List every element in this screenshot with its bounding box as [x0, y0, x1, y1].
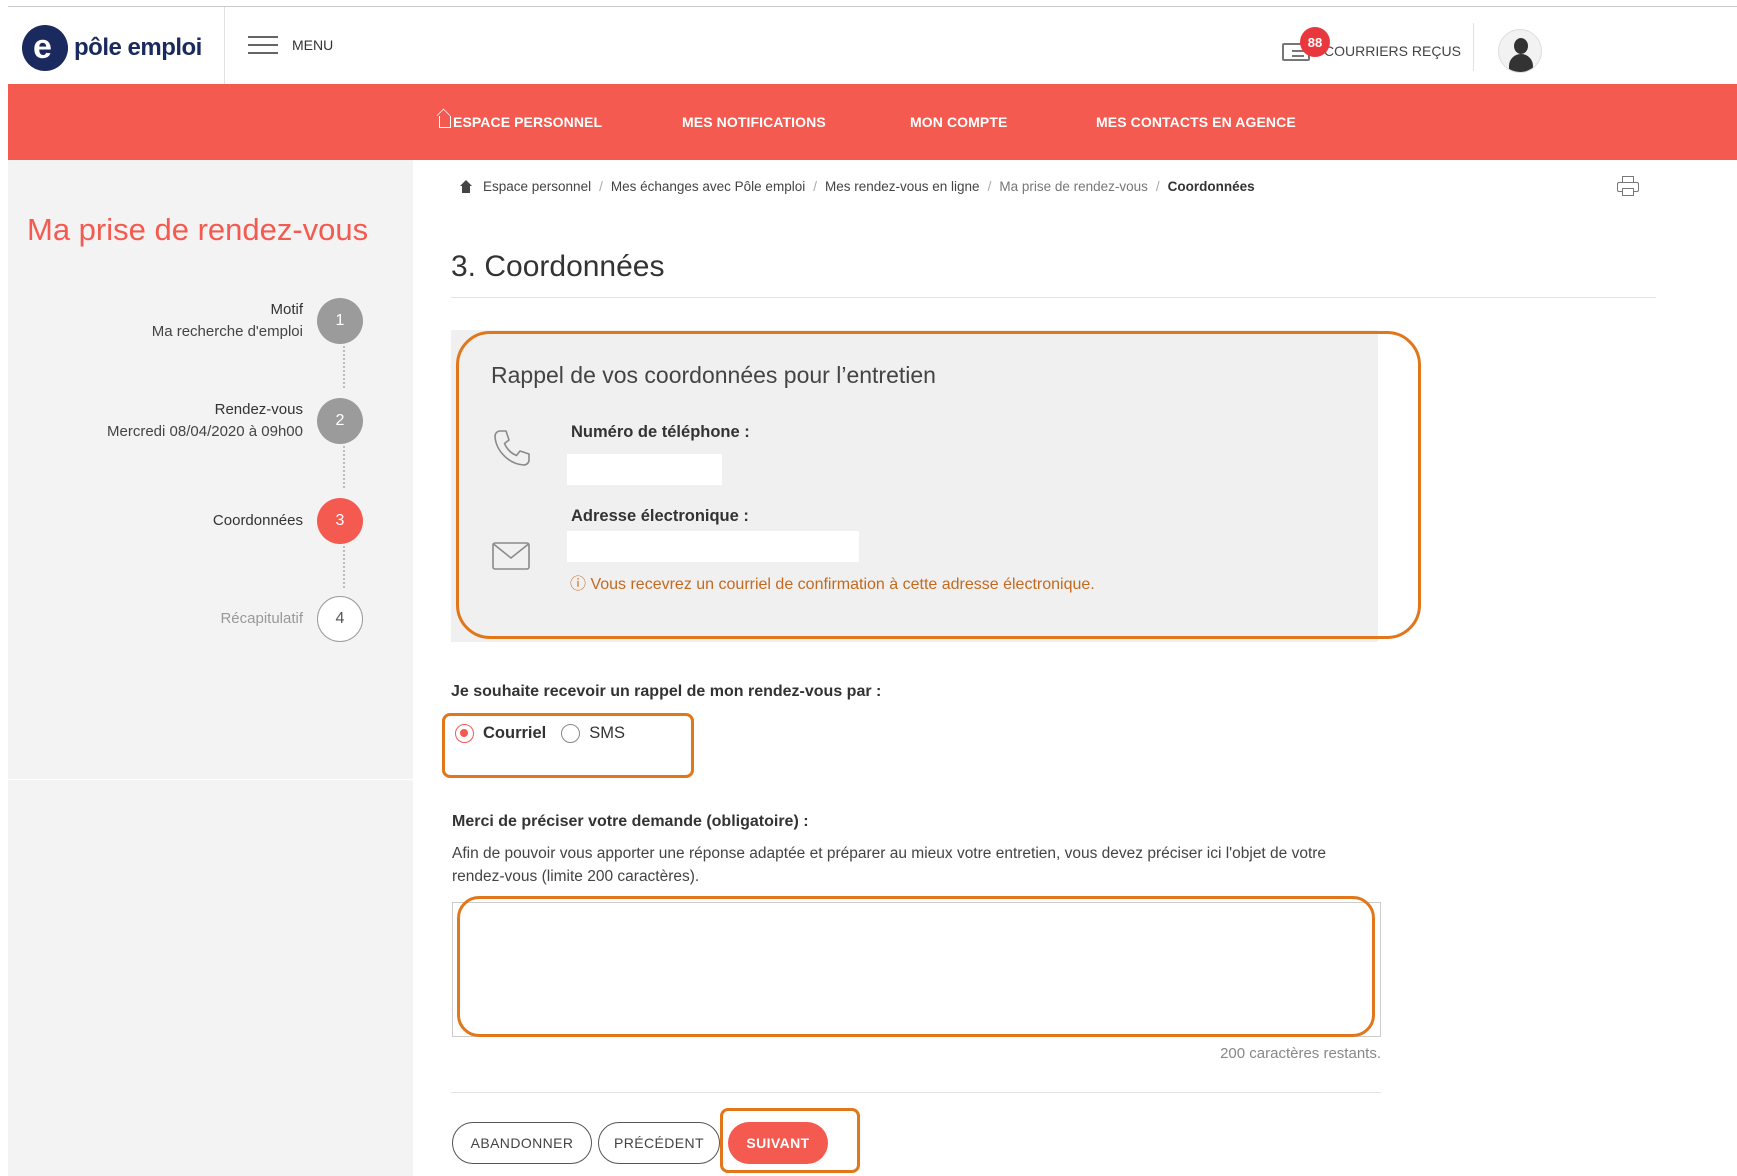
- main-navbar: ESPACE PERSONNEL MES NOTIFICATIONS MON C…: [8, 84, 1737, 160]
- step-recapitulatif: Récapitulatif 4: [220, 596, 363, 642]
- step-title: Motif: [270, 301, 303, 318]
- step-number-badge: 2: [317, 398, 363, 444]
- nav-mes-notifications[interactable]: MES NOTIFICATIONS: [682, 114, 826, 130]
- print-icon[interactable]: [1617, 176, 1639, 198]
- breadcrumb-item[interactable]: Ma prise de rendez-vous: [999, 179, 1148, 194]
- breadcrumb-item[interactable]: Mes rendez-vous en ligne: [825, 179, 980, 194]
- step-number-badge-active: 3: [317, 498, 363, 544]
- contact-reminder-panel: Rappel de vos coordonnées pour l’entreti…: [451, 330, 1378, 642]
- envelope-icon: [492, 542, 530, 570]
- step-title: Récapitulatif: [220, 610, 303, 627]
- radio-sms[interactable]: [561, 724, 581, 743]
- reminder-label: Je souhaite recevoir un rappel de mon re…: [451, 683, 882, 700]
- breadcrumb-item[interactable]: Mes échanges avec Pôle emploi: [611, 179, 805, 194]
- phone-label: Numéro de téléphone :: [571, 423, 750, 441]
- request-textarea[interactable]: [452, 902, 1381, 1037]
- nav-espace-personnel[interactable]: ESPACE PERSONNEL: [439, 114, 602, 130]
- steps-sidebar: Ma prise de rendez-vous Motif Ma recherc…: [8, 160, 413, 780]
- sidebar-title: Ma prise de rendez-vous: [27, 212, 369, 247]
- header-divider-right: [1473, 23, 1474, 71]
- reminder-options: Courriel SMS: [455, 724, 640, 743]
- mail-count-badge: 88: [1300, 27, 1330, 57]
- menu-button[interactable]: MENU: [248, 35, 333, 55]
- user-avatar-button[interactable]: [1498, 29, 1542, 73]
- previous-button[interactable]: PRÉCÉDENT: [598, 1122, 720, 1164]
- request-help-text: Afin de pouvoir vous apporter une répons…: [452, 845, 1327, 885]
- pole-emploi-logo[interactable]: e pôle emploi: [22, 25, 202, 71]
- hamburger-icon: [248, 35, 278, 55]
- sidebar-lower: [8, 780, 413, 1176]
- breadcrumb: Espace personnel / Mes échanges avec Pôl…: [459, 179, 1255, 194]
- step-coordonnees: Coordonnées 3: [213, 498, 363, 544]
- step-title: Coordonnées: [212, 512, 303, 529]
- breadcrumb-current: Coordonnées: [1167, 179, 1255, 194]
- request-label: Merci de préciser votre demande (obligat…: [452, 813, 809, 830]
- buttons-divider: [451, 1092, 1381, 1093]
- radio-label-sms[interactable]: SMS: [589, 724, 625, 743]
- logo-mark-icon: e: [22, 25, 68, 71]
- nav-mes-contacts-en-agence[interactable]: MES CONTACTS EN AGENCE: [1096, 114, 1296, 130]
- step-rendez-vous[interactable]: Rendez-vous Mercredi 08/04/2020 à 09h00 …: [107, 398, 363, 444]
- radio-courriel[interactable]: [455, 724, 474, 743]
- step-subtitle: Ma recherche d'emploi: [151, 323, 303, 340]
- breadcrumb-item[interactable]: Espace personnel: [483, 179, 591, 194]
- user-icon: [1514, 38, 1528, 54]
- highlight-frame-reminder: [442, 713, 694, 778]
- email-value: [567, 531, 859, 562]
- received-mail-button[interactable]: 88 COURRIERS REÇUS: [1282, 21, 1461, 63]
- nav-mon-compte[interactable]: MON COMPTE: [910, 114, 1007, 130]
- header-divider: [224, 7, 225, 84]
- home-icon[interactable]: [459, 180, 473, 193]
- radio-label-courriel[interactable]: Courriel: [483, 724, 546, 743]
- step-title: Rendez-vous: [214, 401, 303, 418]
- step-number-badge: 4: [317, 596, 363, 642]
- email-label: Adresse électronique :: [571, 507, 749, 525]
- next-button[interactable]: SUIVANT: [728, 1122, 828, 1164]
- characters-remaining: 200 caractères restants.: [1220, 1045, 1381, 1062]
- title-divider: [451, 297, 1656, 298]
- step-connector: [343, 446, 345, 488]
- mail-label: COURRIERS REÇUS: [1324, 43, 1461, 59]
- home-icon: [439, 116, 451, 128]
- step-motif[interactable]: Motif Ma recherche d'emploi 1: [152, 298, 363, 344]
- step-number-badge: 1: [317, 298, 363, 344]
- step-subtitle: Mercredi 08/04/2020 à 09h00: [107, 423, 303, 440]
- page-title: 3. Coordonnées: [451, 250, 665, 283]
- abandon-button[interactable]: ABANDONNER: [452, 1122, 592, 1164]
- top-header: e pôle emploi MENU 88 COURRIERS REÇUS: [8, 7, 1737, 84]
- step-connector: [343, 546, 345, 588]
- panel-title: Rappel de vos coordonnées pour l’entreti…: [491, 362, 936, 388]
- step-connector: [343, 346, 345, 388]
- menu-label: MENU: [292, 37, 334, 53]
- confirmation-note: ⓘ Vous recevrez un courriel de confirmat…: [570, 576, 1095, 593]
- phone-value: [567, 454, 722, 485]
- phone-icon: [494, 430, 530, 466]
- logo-text: pôle emploi: [74, 34, 202, 61]
